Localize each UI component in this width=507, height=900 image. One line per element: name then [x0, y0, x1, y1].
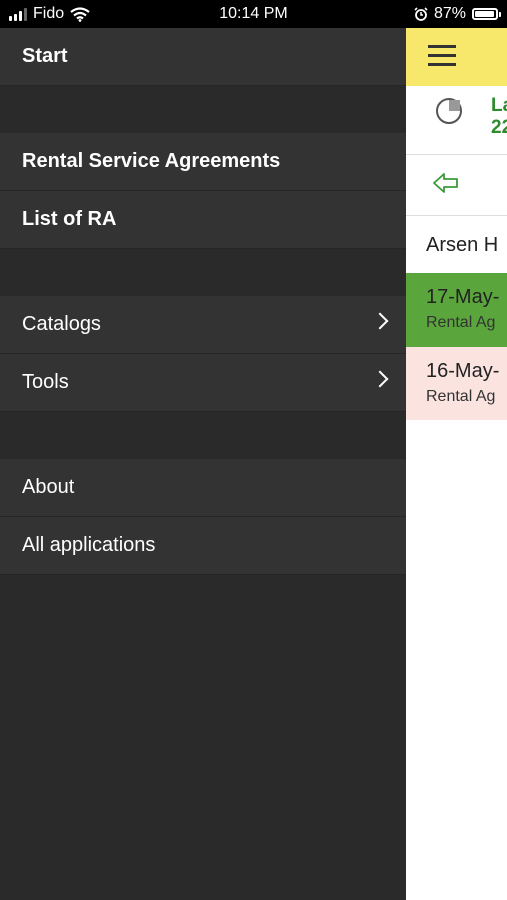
- menu-item-label: About: [22, 476, 75, 498]
- menu-item-rental-service-agreements[interactable]: Rental Service Agreements: [0, 133, 406, 191]
- back-arrow-icon[interactable]: [432, 172, 460, 194]
- row-subtitle: Rental Ag: [426, 314, 496, 331]
- navigation-drawer: Start Rental Service Agreements List of …: [0, 28, 406, 900]
- row-subtitle: Rental Ag: [426, 388, 496, 405]
- chevron-right-icon: [371, 312, 389, 330]
- status-bar: Fido 10:14 PM 87%: [0, 0, 507, 28]
- back-row: [406, 155, 507, 216]
- row-date: 16-May-: [426, 360, 500, 382]
- info-line-1: La: [491, 95, 507, 116]
- menu-item-all-applications[interactable]: All applications: [0, 517, 406, 575]
- hamburger-menu-icon[interactable]: [428, 45, 456, 67]
- menu-item-about[interactable]: About: [0, 459, 406, 517]
- menu-group-divider: [0, 86, 406, 133]
- info-header: La 22: [406, 86, 507, 155]
- menu-item-label: All applications: [22, 534, 156, 556]
- top-bar: [406, 28, 507, 86]
- menu-item-start[interactable]: Start: [0, 28, 406, 86]
- menu-group-divider: [0, 249, 406, 296]
- main-content: La 22 Arsen H 17-May- Rental Ag 16-May- …: [406, 28, 507, 900]
- chevron-right-icon: [371, 370, 389, 388]
- battery-icon: [472, 8, 501, 20]
- menu-item-label: Rental Service Agreements: [22, 150, 281, 172]
- menu-item-catalogs[interactable]: Catalogs: [0, 296, 406, 354]
- menu-item-label: Tools: [22, 371, 69, 393]
- menu-item-label: Start: [22, 45, 68, 67]
- menu-item-list-of-ra[interactable]: List of RA: [0, 191, 406, 249]
- menu-item-label: Catalogs: [22, 313, 101, 335]
- alarm-icon: [414, 7, 428, 21]
- menu-item-tools[interactable]: Tools: [0, 354, 406, 412]
- row-date: 17-May-: [426, 286, 500, 308]
- list-item[interactable]: 16-May- Rental Ag: [406, 347, 507, 420]
- info-line-2: 22: [491, 117, 507, 138]
- list-item[interactable]: 17-May- Rental Ag: [406, 273, 507, 347]
- info-text: La 22: [491, 95, 507, 139]
- battery-percent: 87%: [433, 5, 466, 22]
- menu-group-divider: [0, 412, 406, 459]
- status-right: 87%: [414, 5, 501, 23]
- menu-item-label: List of RA: [22, 208, 117, 230]
- clock-icon: [436, 98, 462, 124]
- customer-name: Arsen H: [426, 234, 499, 256]
